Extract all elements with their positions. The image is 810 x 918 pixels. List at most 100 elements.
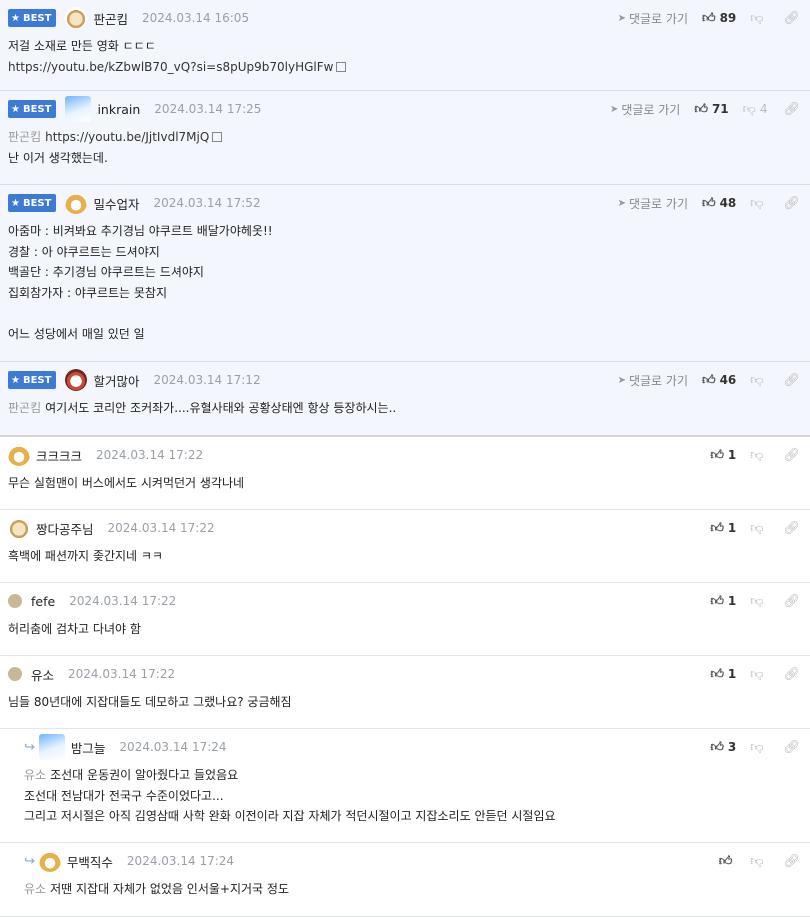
upvote-button[interactable]: 👍︎ 1: [710, 594, 736, 609]
go-to-reply-link[interactable]: ➤ 댓글로 가기: [618, 10, 688, 27]
link-icon[interactable]: 🔗︎: [783, 373, 800, 388]
thumb-up-icon: 👍︎: [710, 447, 724, 463]
star-icon: ★: [11, 374, 20, 386]
reply-arrow-icon: ↪: [24, 853, 35, 869]
author-name[interactable]: 무백직수: [67, 852, 113, 871]
mention[interactable]: 판곤킴: [8, 130, 41, 144]
comment-body: 흑백에 패션까지 좆간지네 ㅋㅋ: [8, 549, 163, 563]
comment-tools: 👍︎ 1 👎︎ 🔗︎: [710, 448, 800, 463]
author-name[interactable]: 할거많아: [93, 371, 139, 390]
downvote-button[interactable]: 👎︎ 4: [743, 102, 768, 117]
go-to-reply-link[interactable]: ➤ 댓글로 가기: [610, 101, 680, 118]
author-name[interactable]: inkrain: [97, 102, 140, 117]
link-icon[interactable]: 🔗︎: [783, 102, 800, 117]
comment-tools: ➤ 댓글로 가기 👍︎ 48 👎︎ 🔗︎: [618, 195, 800, 212]
author-name[interactable]: fefe: [31, 594, 55, 609]
external-link-icon: [212, 132, 223, 142]
mention[interactable]: 유소: [24, 882, 46, 896]
author-name[interactable]: 유소: [31, 665, 54, 684]
downvote-button[interactable]: 👎︎: [750, 854, 767, 869]
author-name[interactable]: 짱다공주님: [36, 519, 94, 538]
downvote-button[interactable]: 👎︎: [750, 11, 767, 26]
avatar[interactable]: [38, 850, 61, 872]
upvote-button[interactable]: 👍︎ 3: [710, 740, 736, 755]
comment-body: 유소 조선대 운동권이 알아줬다고 들었음요 조선대 전남대가 전국구 수준이었다…: [24, 768, 556, 823]
comment-body: 유소 저땐 지잡대 자체가 없었음 인서울+지거국 정도: [24, 882, 289, 896]
link-icon[interactable]: 🔗︎: [783, 594, 800, 609]
author-name[interactable]: 크크크크: [36, 446, 82, 465]
comment-tools: ➤ 댓글로 가기 👍︎ 71 👎︎ 4 🔗︎: [610, 101, 800, 118]
downvote-button[interactable]: 👎︎: [750, 667, 767, 682]
comment: fefe 2024.03.14 17:22 👍︎ 1 👎︎ 🔗︎ 허리춤에 검차고…: [0, 583, 810, 656]
downvote-button[interactable]: 👎︎: [750, 594, 767, 609]
video-link[interactable]: https://youtu.be/JjtIvdl7MjQ: [45, 130, 209, 144]
upvote-button[interactable]: 👍︎: [719, 854, 737, 869]
comment-date: 2024.03.14 17:22: [96, 448, 204, 462]
comment-list: ★ BEST 판곤킴 2024.03.14 16:05 ➤ 댓글로 가기 👍︎ 89 …: [0, 0, 810, 917]
thumb-up-icon: 👍︎: [710, 593, 724, 609]
reply-comment: ↪ 밤그늘 2024.03.14 17:24 👍︎ 3 👎︎ 🔗︎ 유소 조선대 운…: [0, 729, 810, 843]
go-to-reply-link[interactable]: ➤ 댓글로 가기: [618, 372, 688, 389]
comment-header: 짱다공주님 2024.03.14 17:22 👍︎ 1 👎︎ 🔗︎: [8, 510, 810, 542]
thumb-down-icon: 👎︎: [750, 666, 764, 682]
best-comment: ★ BEST inkrain 2024.03.14 17:25 ➤ 댓글로 가기 👍…: [0, 91, 810, 185]
downvote-button[interactable]: 👎︎: [750, 740, 767, 755]
avatar[interactable]: [65, 96, 92, 122]
link-icon[interactable]: 🔗︎: [783, 740, 800, 755]
downvote-button[interactable]: 👎︎: [750, 521, 767, 536]
avatar[interactable]: [8, 594, 22, 608]
upvote-button[interactable]: 👍︎ 71: [694, 102, 728, 117]
comment-tools: 👍︎ 1 👎︎ 🔗︎: [710, 594, 800, 609]
comment-date: 2024.03.14 17:24: [119, 740, 227, 754]
upvote-button[interactable]: 👍︎ 1: [710, 667, 736, 682]
best-badge: ★ BEST: [8, 371, 57, 389]
avatar[interactable]: [65, 7, 88, 29]
mention[interactable]: 판곤킴: [8, 401, 41, 415]
downvote-button[interactable]: 👎︎: [750, 373, 767, 388]
star-icon: ★: [11, 197, 20, 209]
upvote-button[interactable]: 👍︎ 46: [702, 373, 736, 388]
comment-tools: ➤ 댓글로 가기 👍︎ 89 👎︎ 🔗︎: [618, 10, 800, 27]
send-arrow-icon: ➤: [609, 103, 619, 115]
link-icon[interactable]: 🔗︎: [783, 196, 800, 211]
comment-tools: 👍︎ 1 👎︎ 🔗︎: [710, 521, 800, 536]
comment-header: 크크크크 2024.03.14 17:22 👍︎ 1 👎︎ 🔗︎: [8, 437, 810, 469]
thumb-down-icon: 👎︎: [750, 195, 764, 211]
send-arrow-icon: ➤: [617, 12, 626, 24]
author-name[interactable]: 밤그늘: [71, 738, 106, 757]
star-icon: ★: [11, 103, 20, 115]
comment-body: 저걸 소재로 만든 영화 ㄷㄷㄷ https://youtu.be/kZbwlB…: [8, 32, 810, 91]
external-link-icon: [336, 61, 347, 72]
avatar[interactable]: [65, 369, 88, 391]
send-arrow-icon: ➤: [617, 197, 626, 209]
downvote-button[interactable]: 👎︎: [750, 196, 767, 211]
avatar[interactable]: [8, 667, 22, 681]
link-icon[interactable]: 🔗︎: [783, 448, 800, 463]
upvote-button[interactable]: 👍︎ 48: [702, 196, 736, 211]
comment-date: 2024.03.14 17:24: [126, 854, 235, 868]
star-icon: ★: [11, 12, 20, 24]
video-link[interactable]: https://youtu.be/kZbwlB70_vQ?si=s8pUp9b7…: [8, 60, 333, 74]
comment-date: 2024.03.14 17:52: [153, 196, 261, 210]
comment-body: 판곤킴 여기서도 코리안 조커좌가....유혈사태와 공황상태엔 항상 등장하시는…: [8, 401, 397, 415]
comment-header: 유소 2024.03.14 17:22 👍︎ 1 👎︎ 🔗︎: [8, 656, 810, 688]
go-to-reply-link[interactable]: ➤ 댓글로 가기: [618, 195, 688, 212]
avatar[interactable]: [8, 444, 30, 466]
mention[interactable]: 유소: [24, 768, 46, 782]
avatar[interactable]: [38, 734, 65, 760]
upvote-button[interactable]: 👍︎ 89: [702, 11, 736, 26]
avatar[interactable]: [8, 517, 30, 539]
comment-body: 허리춤에 검차고 다녀야 함: [8, 622, 141, 636]
author-name[interactable]: 판곤킴: [93, 9, 128, 28]
downvote-button[interactable]: 👎︎: [750, 448, 767, 463]
comment-date: 2024.03.14 16:05: [141, 11, 250, 25]
author-name[interactable]: 밀수업자: [93, 194, 139, 213]
link-icon[interactable]: 🔗︎: [783, 667, 800, 682]
link-icon[interactable]: 🔗︎: [783, 11, 800, 26]
link-icon[interactable]: 🔗︎: [783, 854, 800, 869]
upvote-button[interactable]: 👍︎ 1: [710, 448, 736, 463]
avatar[interactable]: [65, 192, 88, 214]
comment-tools: 👍︎ 👎︎ 🔗︎: [719, 854, 800, 869]
link-icon[interactable]: 🔗︎: [783, 521, 800, 536]
upvote-button[interactable]: 👍︎ 1: [710, 521, 736, 536]
